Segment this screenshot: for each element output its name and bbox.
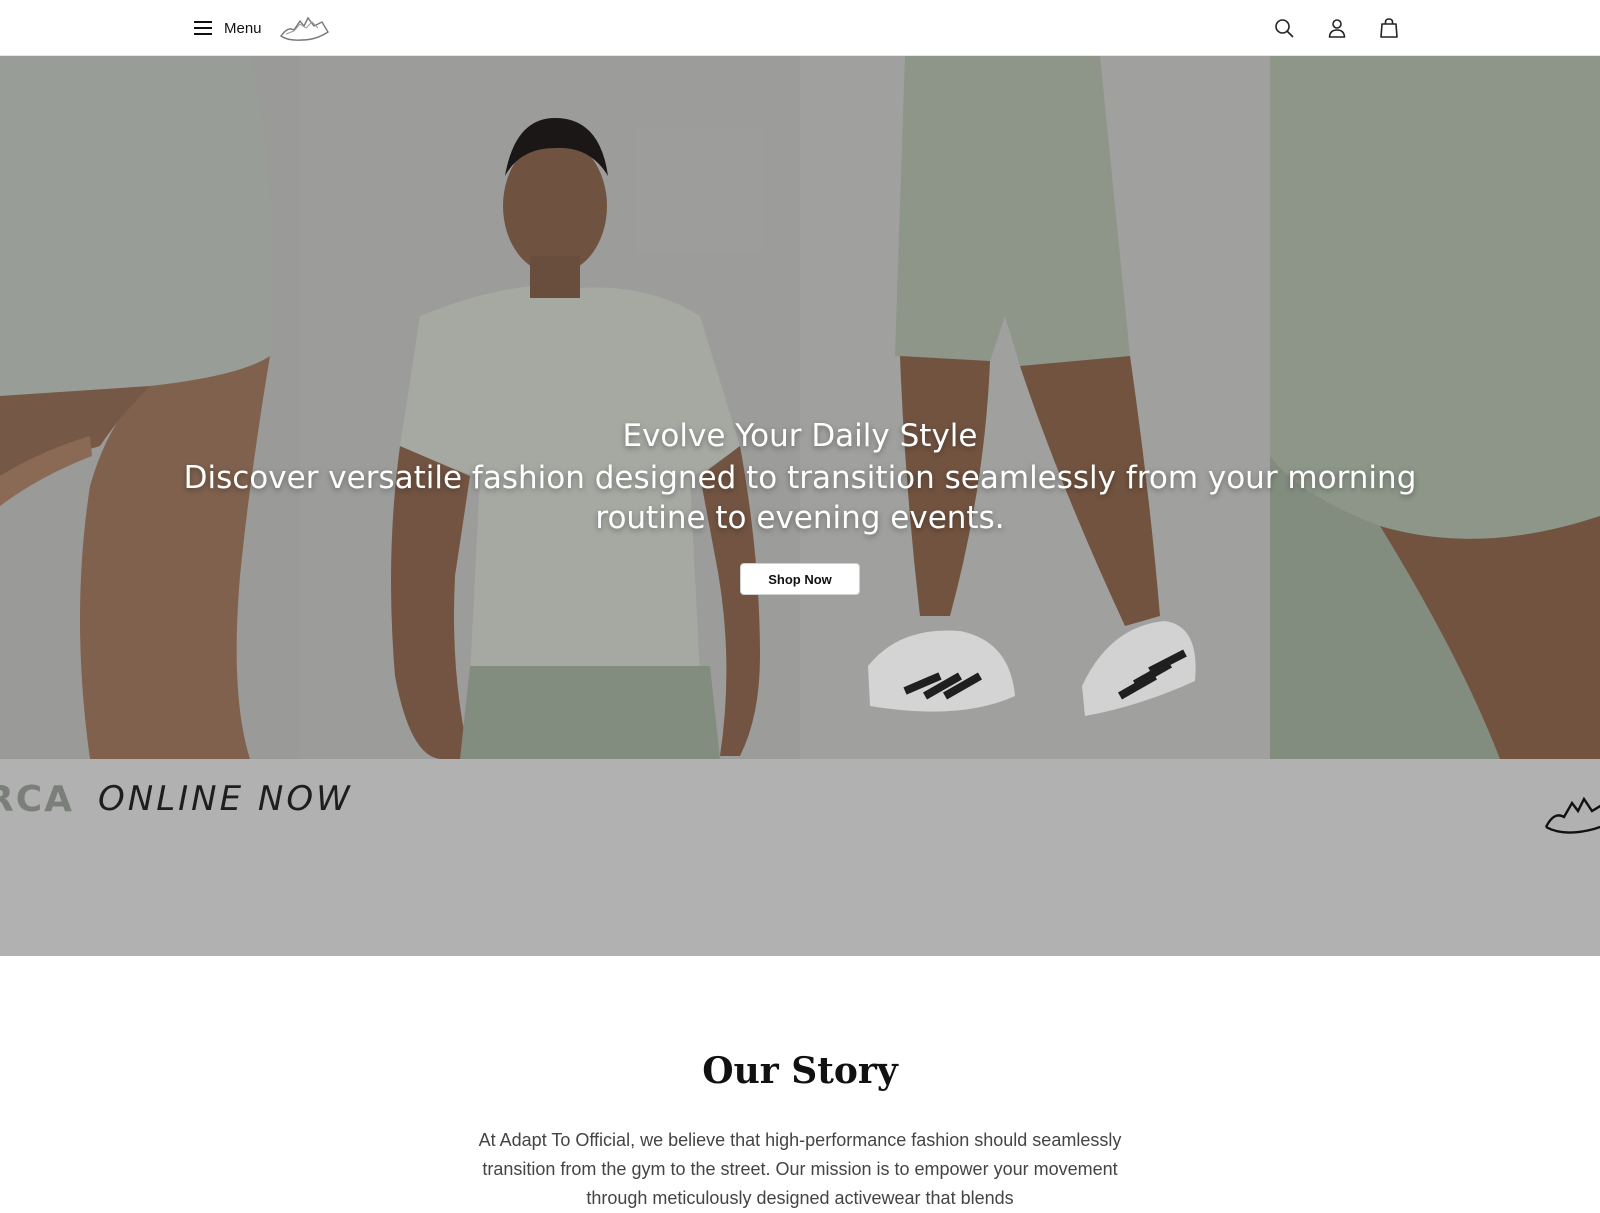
hero-subtitle: Discover versatile fashion designed to t… xyxy=(183,460,1417,536)
search-icon[interactable] xyxy=(1272,16,1296,40)
account-icon[interactable] xyxy=(1325,16,1349,40)
hero-title: Evolve Your Daily Style xyxy=(622,418,978,454)
site-header: Menu xyxy=(0,0,1600,56)
menu-label: Menu xyxy=(224,19,262,37)
band-tagline: ONLINE NOW xyxy=(98,779,353,819)
mountain-logo[interactable] xyxy=(278,12,332,44)
marquee-band: RCA ONLINE NOW xyxy=(0,759,1600,956)
mountain-logo xyxy=(1544,796,1600,834)
hero-banner: Evolve Your Daily Style Discover versati… xyxy=(0,56,1600,759)
band-brand: RCA xyxy=(0,779,75,820)
hamburger-icon xyxy=(194,21,212,35)
menu-button[interactable]: Menu xyxy=(194,14,262,42)
hero-overlay xyxy=(0,56,1600,759)
story-title: Our Story xyxy=(702,1050,898,1092)
bag-icon[interactable] xyxy=(1377,16,1401,40)
shop-now-button[interactable]: Shop Now xyxy=(740,563,860,595)
